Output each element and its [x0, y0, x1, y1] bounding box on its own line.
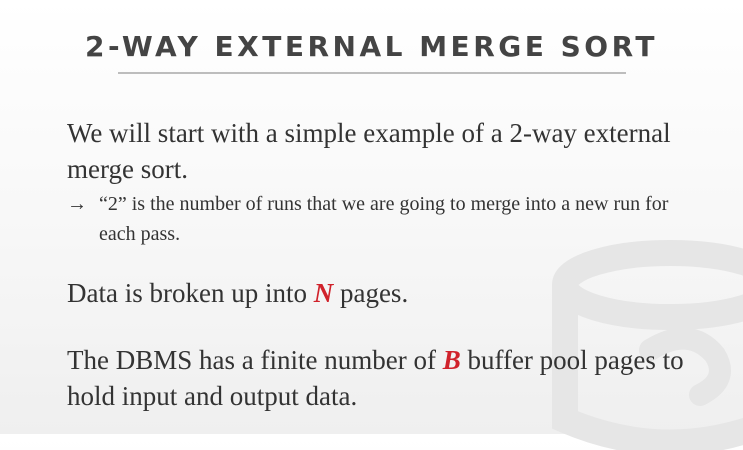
highlight-n: N	[313, 278, 334, 308]
bullet-two-way-example: We will start with a simple example of a…	[67, 118, 671, 184]
bullet-text-start: Data is broken up into	[67, 278, 314, 308]
sub-bullet-runs: → “2” is the number of runs that we are g…	[67, 189, 707, 249]
sub-bullet-text: “2” is the number of runs that we are go…	[99, 193, 669, 245]
bullet-buffer-pool: The DBMS has a finite number of B buffer…	[67, 342, 707, 414]
bullet-text-start: The DBMS has a finite number of	[67, 345, 443, 375]
highlight-b: B	[442, 345, 461, 375]
slide-body: We will start with a simple example of a…	[67, 115, 707, 414]
slide-title: 2-WAY EXTERNAL MERGE SORT	[85, 30, 658, 63]
bullet-text-end: pages.	[333, 278, 409, 308]
title-divider	[118, 72, 626, 74]
bullet-data-pages: Data is broken up into N pages.	[67, 275, 707, 311]
slide: 2-WAY EXTERNAL MERGE SORT We will start …	[0, 0, 743, 450]
right-arrow-icon: →	[67, 193, 87, 215]
